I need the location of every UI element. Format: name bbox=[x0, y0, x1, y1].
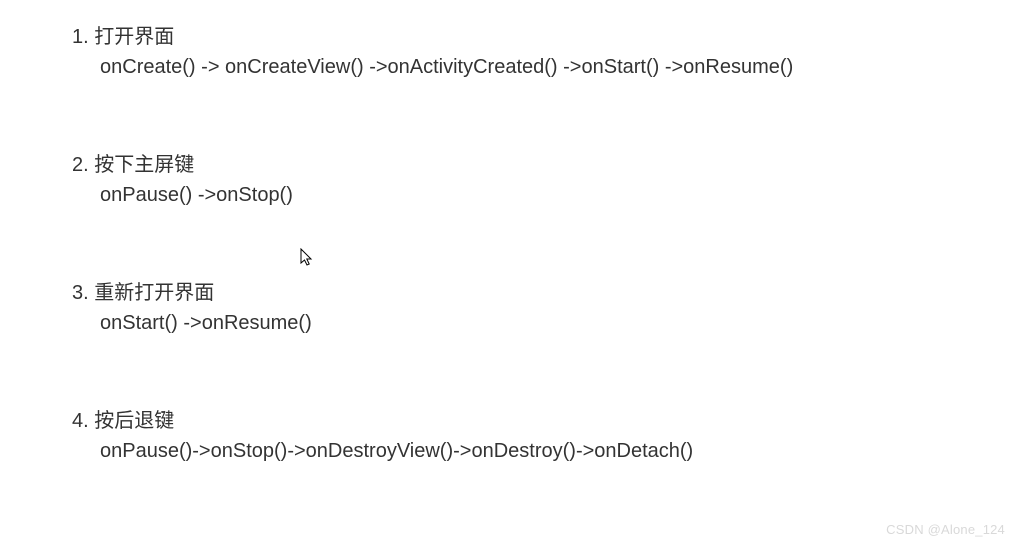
item-title: 4. 按后退键 bbox=[72, 406, 1017, 436]
list-item: 1. 打开界面 onCreate() -> onCreateView() ->o… bbox=[72, 22, 1017, 82]
cursor-icon bbox=[300, 248, 316, 274]
item-title: 2. 按下主屏键 bbox=[72, 150, 1017, 180]
list-item: 3. 重新打开界面 onStart() ->onResume() bbox=[72, 278, 1017, 338]
item-number: 3. bbox=[72, 282, 94, 304]
list-item: 4. 按后退键 onPause()->onStop()->onDestroyVi… bbox=[72, 406, 1017, 466]
item-title-text: 打开界面 bbox=[94, 26, 174, 48]
item-title-text: 按后退键 bbox=[94, 410, 174, 432]
item-detail: onPause()->onStop()->onDestroyView()->on… bbox=[72, 436, 1017, 466]
list-item: 2. 按下主屏键 onPause() ->onStop() bbox=[72, 150, 1017, 210]
item-number: 2. bbox=[72, 154, 94, 176]
item-title: 1. 打开界面 bbox=[72, 22, 1017, 52]
item-title-text: 按下主屏键 bbox=[94, 154, 194, 176]
item-detail: onStart() ->onResume() bbox=[72, 308, 1017, 338]
watermark: CSDN @Alone_124 bbox=[886, 522, 1005, 537]
item-number: 4. bbox=[72, 410, 94, 432]
item-number: 1. bbox=[72, 26, 94, 48]
item-title: 3. 重新打开界面 bbox=[72, 278, 1017, 308]
item-detail: onCreate() -> onCreateView() ->onActivit… bbox=[72, 52, 1017, 82]
item-title-text: 重新打开界面 bbox=[94, 282, 214, 304]
item-detail: onPause() ->onStop() bbox=[72, 180, 1017, 210]
